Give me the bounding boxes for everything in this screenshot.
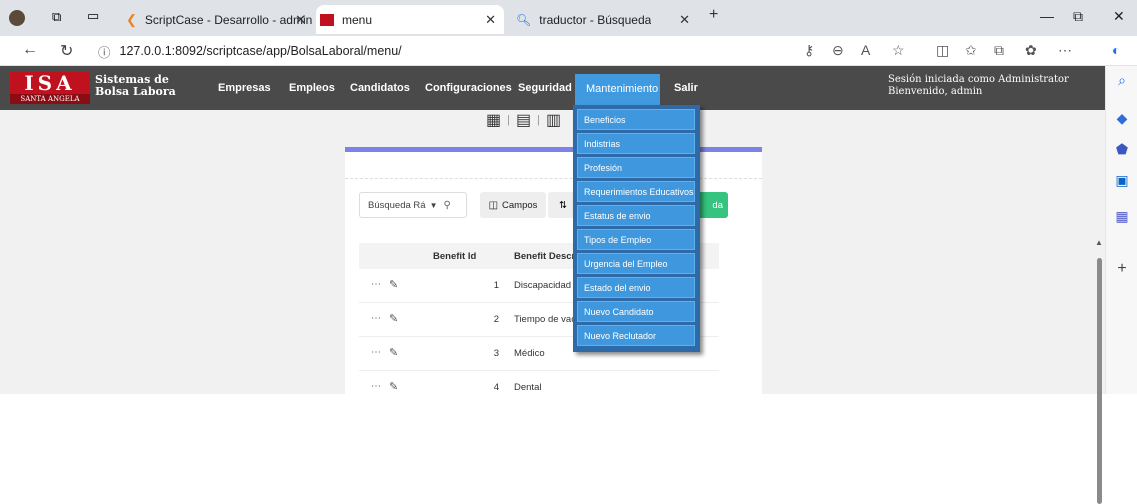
office-icon[interactable]: ⬟ [1114,141,1130,157]
menu-seguridad[interactable]: Seguridad [518,82,572,94]
restore-button[interactable]: ⧉ [1073,8,1083,25]
password-key-icon[interactable]: ⚷ [804,42,814,59]
split-screen-icon[interactable]: ◫ [936,42,949,59]
isa-logo: ISA SANTA ANGELA [10,72,90,106]
browser-tab-bar: ⧉ ▭ ❮ ScriptCase - Desarrollo - admin ✕ … [0,0,1137,36]
dropdown-item-profesion[interactable]: Profesión [577,157,695,178]
url-field[interactable]: ⓘ 127.0.0.1:8092/scriptcase/app/BolsaLab… [98,40,788,62]
zoom-icon[interactable]: ⊖ [832,42,844,59]
close-icon[interactable]: ✕ [295,12,306,28]
url-text: 127.0.0.1:8092/scriptcase/app/BolsaLabor… [119,44,402,58]
scroll-up-icon[interactable]: ▲ [1095,238,1103,247]
edit-icon[interactable]: ✎ [389,312,398,325]
close-window-button[interactable]: ✕ [1113,8,1125,25]
more-icon[interactable]: ▥ [546,110,561,130]
new-tab-button[interactable]: + [709,6,718,24]
separator: | [507,114,510,126]
row-menu-icon[interactable]: ⋯ [371,279,381,290]
isa-favicon-icon [320,13,334,26]
collections-toolbar-icon[interactable]: ⧉ [994,42,1004,59]
dropdown-item-tipos-de-empleo[interactable]: Tipos de Empleo [577,229,695,250]
dropdown-item-nuevo-reclutador[interactable]: Nuevo Reclutador [577,325,695,346]
favorite-star-icon[interactable]: ☆ [892,42,905,59]
refresh-button[interactable]: ↻ [60,41,73,61]
menu-empresas[interactable]: Empresas [218,82,271,94]
dropdown-item-estatus-de-envio[interactable]: Estatus de envio [577,205,695,226]
tab-scriptcase[interactable]: ❮ ScriptCase - Desarrollo - admin ✕ [118,5,314,34]
search-icon: 🔍︎ [516,12,532,27]
row-menu-icon[interactable]: ⋯ [371,313,381,324]
search-icon[interactable]: ⌕ [1114,72,1130,88]
building-icon[interactable]: ▦ [486,110,501,130]
row-menu-icon[interactable]: ⋯ [371,347,381,358]
tab-actions-icon[interactable]: ▭ [87,8,99,24]
row-menu-icon[interactable]: ⋯ [371,381,381,392]
back-button[interactable]: ← [22,41,38,59]
menu-empleos[interactable]: Empleos [289,82,335,94]
dropdown-item-estado-del-envio[interactable]: Estado del envio [577,277,695,298]
menu-candidatos[interactable]: Candidatos [350,82,410,94]
vertical-scrollbar[interactable]: ▲ [1095,238,1104,504]
extension-icon[interactable]: ✿ [1025,42,1037,59]
quick-search-input[interactable]: Búsqueda Rá ▼ ⚲ [359,192,467,218]
campos-button[interactable]: ◫ Campos [480,192,546,218]
scrollbar-thumb[interactable] [1097,258,1102,504]
grid-toolbar-icons: ▦ | ▤ | ▥ [486,110,561,130]
id-card-icon[interactable]: ▤ [516,110,531,130]
content-area: ▦ | ▤ | ▥ Búsqueda Rá ▼ ⚲ ◫ Campos ⇅ da … [0,110,1105,504]
session-info: Sesión iniciada como Administrator Bienv… [888,74,1069,97]
tab-menu[interactable]: menu ✕ [316,5,504,34]
dropdown-item-beneficios[interactable]: Beneficios [577,109,695,130]
search-icon: ⚲ [443,199,451,211]
separator: | [537,114,540,126]
profile-avatar[interactable] [9,10,25,26]
column-header-benefit-id[interactable]: Benefit Id [433,251,476,262]
minimize-button[interactable]: — [1040,8,1054,24]
tab-label: menu [342,12,373,27]
dropdown-item-requerimientos-educativos[interactable]: Requerimientos Educativos [577,181,695,202]
add-icon[interactable]: + [1114,261,1130,277]
edit-icon[interactable]: ✎ [389,278,398,291]
dropdown-item-nuevo-candidato[interactable]: Nuevo Candidato [577,301,695,322]
dropdown-item-urgencia-del-empleo[interactable]: Urgencia del Empleo [577,253,695,274]
favorites-icon[interactable]: ✩ [965,42,977,59]
close-icon[interactable]: ✕ [679,12,690,28]
app-title: Sistemas de Bolsa Labora [95,73,176,98]
address-bar: ← ↻ ⓘ 127.0.0.1:8092/scriptcase/app/Bols… [0,36,1137,66]
read-aloud-icon[interactable]: A [861,42,870,58]
copilot-icon[interactable]: ◐ [1112,42,1120,58]
close-icon[interactable]: ✕ [485,12,496,28]
chevron-down-icon: ▼ [429,200,438,210]
edit-icon[interactable]: ✎ [389,380,398,393]
table-row: ⋯ ✎ 4 Dental [371,380,542,393]
sort-icon: ⇅ [559,199,567,211]
outlook-icon[interactable]: ▣ [1114,172,1130,188]
teams-icon[interactable]: ▦ [1114,208,1130,224]
tab-label: traductor - Búsqueda [539,12,652,27]
app-navbar: ISA SANTA ANGELA Sistemas de Bolsa Labor… [0,66,1105,110]
tab-traductor[interactable]: 🔍︎ traductor - Búsqueda ✕ [512,5,698,34]
edge-sidebar: ⌕ ◆ ⬟ ▣ ▦ + [1105,66,1137,394]
info-icon: ⓘ [98,45,111,60]
mantenimiento-dropdown: Beneficios Indistrias Profesión Requerim… [573,105,700,352]
edit-icon[interactable]: ✎ [389,346,398,359]
columns-icon: ◫ [488,199,499,211]
collections-icon[interactable]: ⧉ [52,9,61,25]
tag-icon[interactable]: ◆ [1114,110,1130,126]
more-icon[interactable]: ⋯ [1058,42,1072,59]
menu-configuraciones[interactable]: Configuraciones [425,82,512,94]
menu-salir[interactable]: Salir [674,82,698,94]
tab-label: ScriptCase - Desarrollo - admin [144,12,313,27]
scriptcase-favicon-icon: ❮ [126,11,137,27]
dropdown-item-indistrias[interactable]: Indistrias [577,133,695,154]
